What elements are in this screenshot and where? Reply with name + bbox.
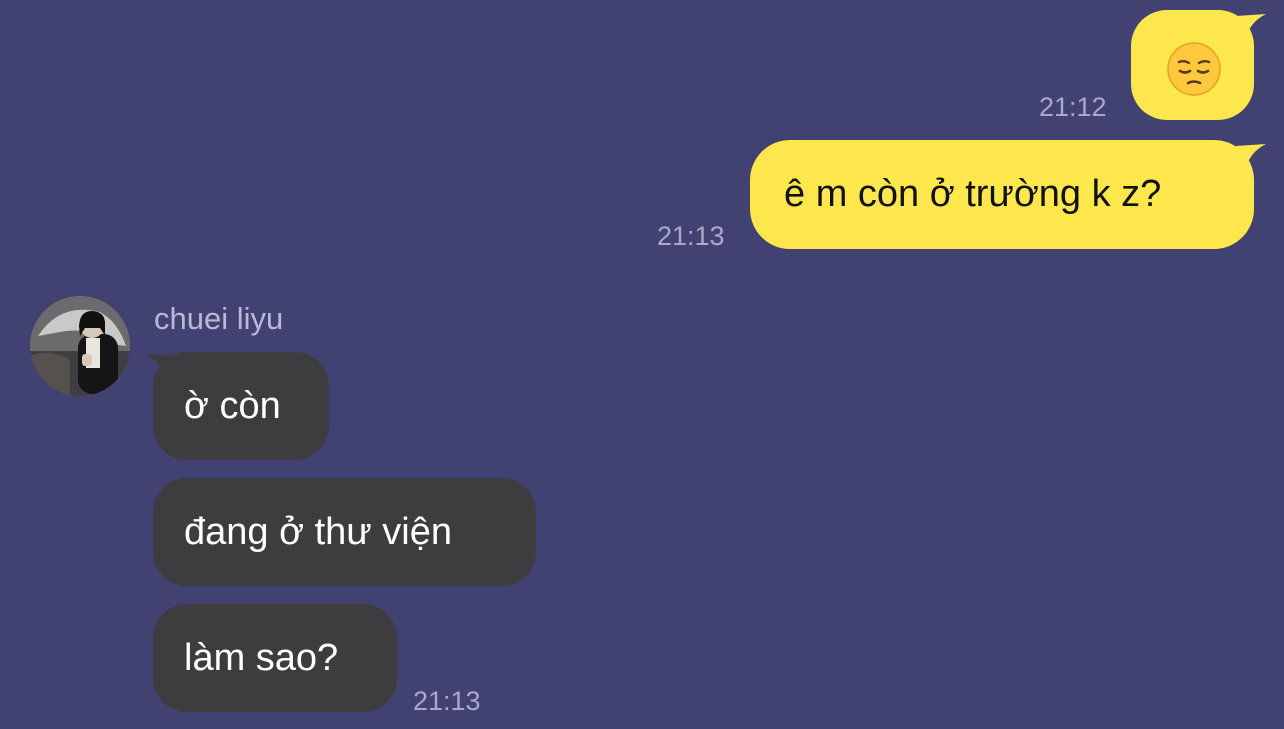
message-text: đang ở thư viện [184,510,452,553]
message-timestamp: 21:13 [413,686,481,716]
message-bubble[interactable]: làm sao? [153,604,397,712]
message-bubble[interactable]: đang ở thư viện [153,478,536,586]
message-timestamp: 21:12 [1039,92,1107,122]
pensive-face-icon [1167,42,1221,96]
contact-name: chuei liyu [154,301,284,336]
message-bubble[interactable]: ờ còn [153,352,329,460]
avatar-photo [30,296,130,396]
message-text: làm sao? [184,636,339,679]
message-text: ê m còn ở trường k z? [784,173,1162,215]
message-text: ờ còn [184,384,281,427]
chat-screen: { "colors": { "background": "#414272", "… [0,0,1284,729]
contact-avatar[interactable] [30,296,130,396]
bubble-tail [1236,144,1266,168]
message-bubble[interactable]: ê m còn ở trường k z? [750,140,1254,249]
message-timestamp: 21:13 [657,221,725,251]
bubble-tail [145,354,175,378]
bubble-tail [1236,14,1266,38]
